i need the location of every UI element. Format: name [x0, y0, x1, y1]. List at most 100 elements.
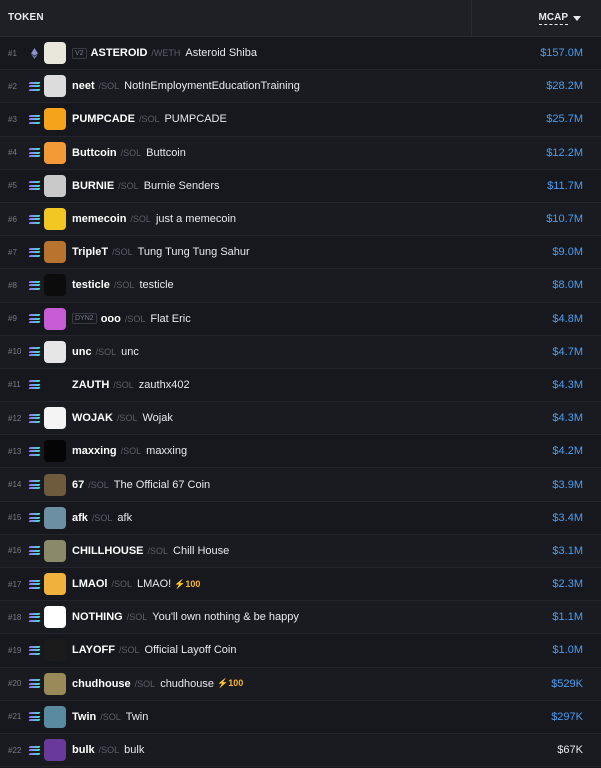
table-row[interactable]: #16 CHILLHOUSE/SOL Chill House $3.1M — [0, 534, 601, 568]
table-row[interactable]: #5 BURNIE/SOL Burnie Senders $11.7M — [0, 170, 601, 203]
quote-pair: /SOL — [111, 579, 132, 590]
market-cap-value: $67K — [557, 744, 583, 757]
token-name: maxxing — [146, 445, 188, 458]
solana-chain-icon — [28, 512, 40, 524]
solana-chain-icon — [28, 678, 40, 690]
market-cap-value: $1.0M — [552, 644, 583, 657]
token-name: NotInEmploymentEducationTraining — [124, 80, 300, 93]
rank-label: #8 — [8, 280, 17, 290]
token-info: testicle/SOL testicle — [72, 279, 174, 291]
token-info: ZAUTH/SOL zauthx402 — [72, 379, 190, 391]
quote-pair: /SOL — [91, 512, 113, 523]
rank-label: #7 — [8, 247, 17, 257]
market-cap-value: $157.0M — [540, 47, 583, 60]
token-name: Tung Tung Tung Sahur — [137, 246, 250, 259]
market-cap-value: $4.8M — [552, 312, 583, 325]
sixty-seven-avatar-icon — [44, 473, 66, 496]
token-info: LAYOFF/SOL Official Layoff Coin — [72, 644, 236, 656]
mcap-column-label: MCAP — [538, 12, 568, 25]
testicle-avatar-icon — [44, 274, 66, 297]
table-row[interactable]: #14 67/SOL The Official 67 Coin $3.9M — [0, 468, 601, 502]
rank-label: #10 — [8, 347, 22, 357]
token-info: PUMPCADE/SOL PUMPCADE — [72, 113, 227, 125]
table-row[interactable]: #15 afk/SOL afk $3.4M — [0, 502, 601, 535]
dex-version-badge: V2 — [72, 47, 87, 59]
burnie-avatar-icon — [44, 174, 66, 197]
token-symbol: NOTHING — [72, 611, 123, 624]
neet-avatar-icon — [44, 75, 66, 98]
table-row[interactable]: #4 Buttcoin/SOL Buttcoin $12.2M — [0, 136, 601, 170]
token-symbol: ZAUTH — [72, 378, 110, 391]
token-name: Official Layoff Coin — [144, 644, 237, 657]
token-rows: #1 V2 ASTEROID/WETH Asteroid Shiba $157.0M #2… — [0, 37, 601, 768]
table-row[interactable]: #9 DYN2 ooo/SOL Flat Eric $4.8M — [0, 303, 601, 336]
solana-chain-icon — [28, 147, 40, 159]
table-row[interactable]: #21 Twin/SOL Twin $297K — [0, 701, 601, 734]
table-row[interactable]: #12 WOJAK/SOL Wojak $4.3M — [0, 402, 601, 436]
solana-chain-icon — [28, 313, 40, 325]
shiba-avatar-icon — [44, 42, 66, 65]
quote-pair: /SOL — [119, 645, 140, 656]
lightning-icon: ⚡ — [217, 678, 229, 689]
table-row[interactable]: #13 maxxing/SOL maxxing $4.2M — [0, 435, 601, 469]
table-row[interactable]: #17 LMAOl/SOL LMAO! ⚡100 $2.3M — [0, 568, 601, 602]
table-row[interactable]: #7 TripleT/SOL Tung Tung Tung Sahur $9.0M — [0, 236, 601, 270]
solana-chain-icon — [28, 346, 40, 358]
buttcoin-avatar-icon — [44, 141, 66, 164]
token-info: memecoin/SOL just a memecoin — [72, 213, 236, 225]
table-row[interactable]: #20 chudhouse/SOL chudhouse ⚡100 $529K — [0, 667, 601, 701]
ethereum-chain-icon — [28, 47, 40, 59]
token-info: bulk/SOL bulk — [72, 744, 144, 756]
token-info: chudhouse/SOL chudhouse ⚡100 — [72, 678, 243, 690]
token-info: WOJAK/SOL Wojak — [72, 412, 173, 424]
quote-pair: /SOL — [118, 180, 139, 191]
token-symbol: LAYOFF — [72, 644, 115, 657]
token-name: just a memecoin — [155, 213, 237, 226]
solana-chain-icon — [28, 246, 40, 258]
twin-avatar-icon — [44, 705, 66, 728]
table-row[interactable]: #8 testicle/SOL testicle $8.0M — [0, 269, 601, 303]
token-name: chudhouse — [160, 677, 215, 690]
token-symbol: chudhouse — [72, 677, 131, 690]
mcap-sort-header[interactable]: MCAP — [538, 12, 581, 25]
table-row[interactable]: #22 bulk/SOL bulk $67K — [0, 733, 601, 768]
rank-label: #17 — [8, 579, 22, 589]
table-row[interactable]: #18 NOTHING/SOL You'll own nothing & be ha… — [0, 601, 601, 635]
table-row[interactable]: #3 PUMPCADE/SOL PUMPCADE $25.7M — [0, 103, 601, 137]
quote-pair: /SOL — [120, 147, 142, 158]
rank-label: #14 — [8, 480, 22, 490]
market-cap-value: $4.3M — [552, 412, 583, 425]
market-cap-value: $9.0M — [552, 246, 583, 259]
token-info: DYN2 ooo/SOL Flat Eric — [72, 313, 191, 325]
table-row[interactable]: #10 unc/SOL unc $4.7M — [0, 335, 601, 369]
table-row[interactable]: #1 V2 ASTEROID/WETH Asteroid Shiba $157.0M — [0, 37, 601, 71]
token-column-header[interactable]: TOKEN — [8, 12, 44, 23]
rank-label: #15 — [8, 513, 22, 523]
quote-pair: /SOL — [138, 114, 160, 125]
nothing-avatar-icon — [44, 606, 66, 629]
memecoin-avatar-icon — [44, 208, 66, 231]
rank-label: #2 — [8, 81, 17, 91]
table-row[interactable]: #11 ZAUTH/SOL zauthx402 $4.3M — [0, 369, 601, 403]
solana-chain-icon — [28, 213, 40, 225]
rank-label: #22 — [8, 745, 22, 755]
boost-badge: ⚡100 — [217, 678, 243, 689]
market-cap-value: $297K — [551, 710, 583, 723]
quote-pair: /SOL — [113, 280, 135, 291]
table-row[interactable]: #19 LAYOFF/SOL Official Layoff Coin $1.0M — [0, 634, 601, 668]
rank-label: #6 — [8, 214, 17, 224]
token-symbol: PUMPCADE — [72, 113, 135, 126]
solana-chain-icon — [28, 379, 40, 391]
token-symbol: testicle — [72, 279, 110, 292]
table-row[interactable]: #2 neet/SOL NotInEmploymentEducationTraini… — [0, 70, 601, 104]
market-cap-value: $529K — [551, 677, 583, 690]
token-symbol: 67 — [72, 478, 85, 491]
table-row[interactable]: #6 memecoin/SOL just a memecoin $10.7M — [0, 202, 601, 237]
token-name: testicle — [139, 279, 174, 292]
market-cap-value: $4.2M — [552, 445, 583, 458]
token-symbol: Twin — [72, 710, 97, 723]
token-name: Twin — [125, 710, 149, 723]
afk-avatar-icon — [44, 506, 66, 529]
quote-pair: /SOL — [126, 612, 148, 623]
solana-chain-icon — [28, 279, 40, 291]
